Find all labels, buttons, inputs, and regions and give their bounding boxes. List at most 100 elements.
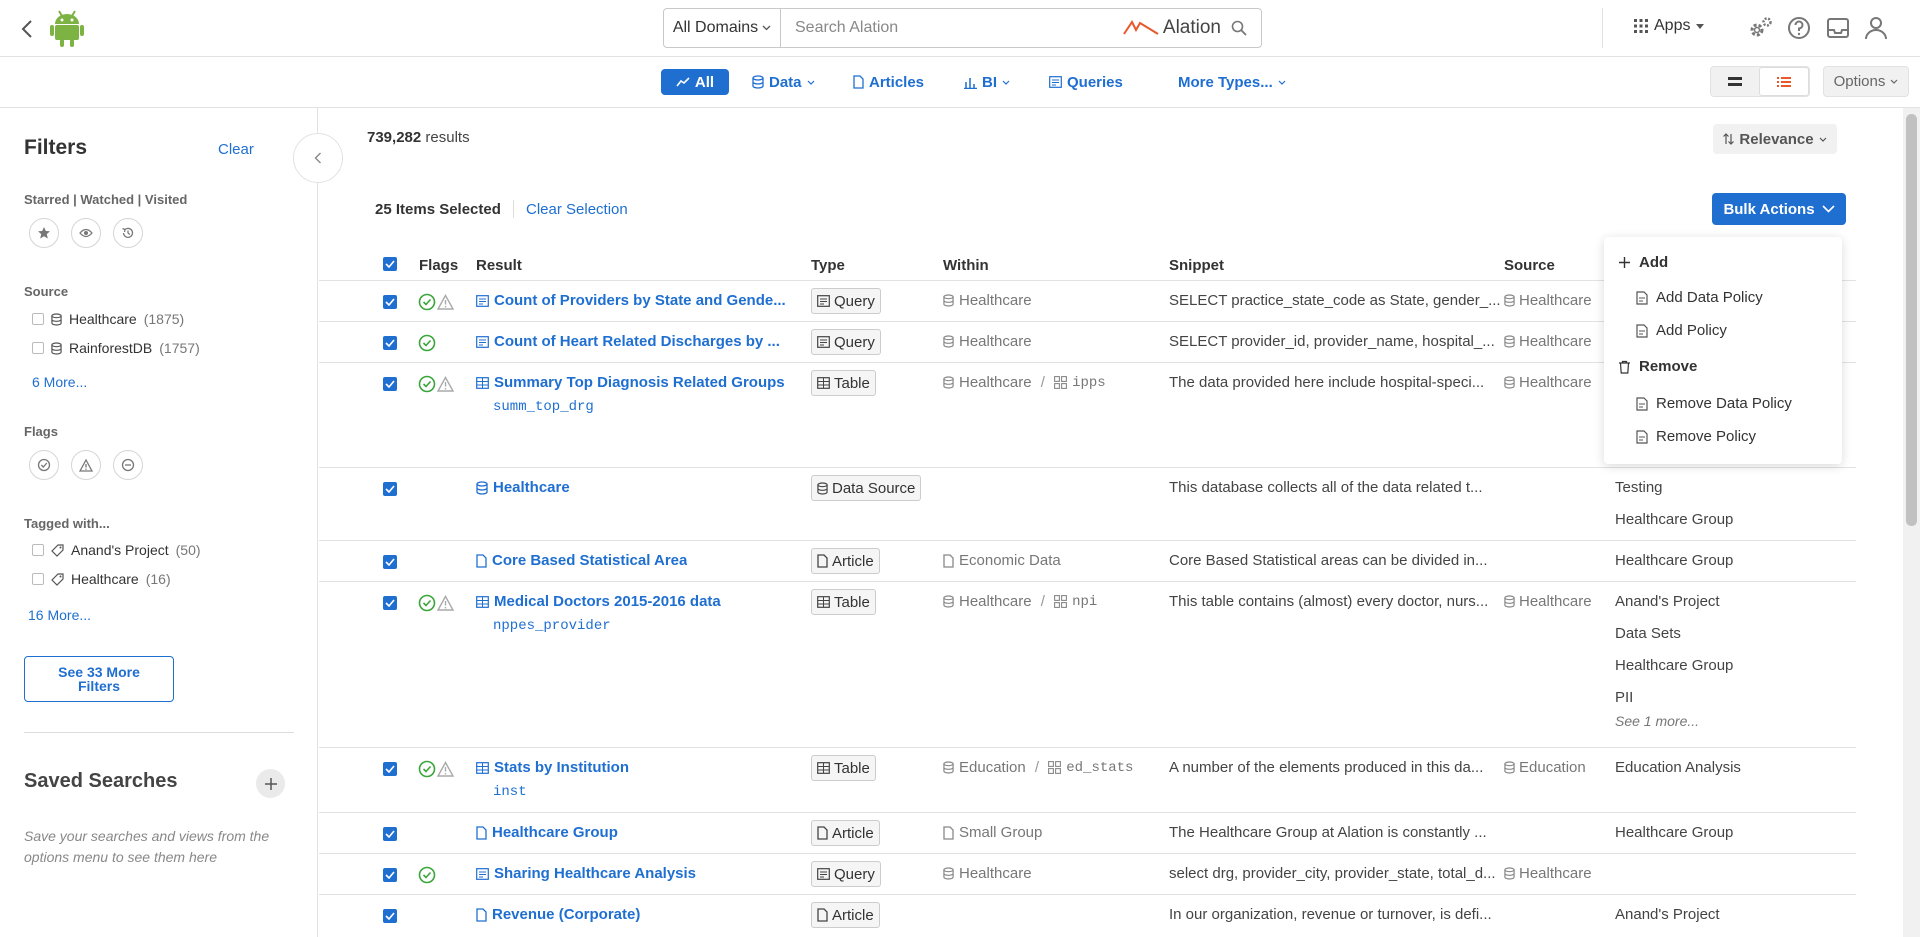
tag-label[interactable]: Healthcare Group	[1615, 824, 1733, 841]
scrollbar-thumb[interactable]	[1906, 114, 1917, 526]
type-badge: Query	[811, 329, 881, 355]
selected-count: 25 Items Selected	[375, 201, 501, 218]
result-link[interactable]: Summary Top Diagnosis Related Groups	[476, 374, 785, 391]
row-checkbox[interactable]	[383, 555, 397, 569]
clear-selection-link[interactable]: Clear Selection	[526, 201, 628, 218]
sort-relevance-button[interactable]: Relevance	[1713, 124, 1837, 154]
result-link[interactable]: Sharing Healthcare Analysis	[476, 865, 696, 882]
help-icon[interactable]	[1785, 14, 1813, 42]
remove-data-policy-item[interactable]: Remove Data Policy	[1636, 395, 1792, 412]
back-arrow-icon[interactable]	[16, 17, 40, 41]
see-more-tags-link[interactable]: See 1 more...	[1615, 713, 1699, 729]
see-more-filters-button[interactable]: See 33 More Filters	[24, 656, 174, 702]
source-more-link[interactable]: 6 More...	[32, 374, 87, 390]
checkbox[interactable]	[32, 544, 44, 556]
result-link[interactable]: Stats by Institution	[476, 759, 629, 776]
checkbox[interactable]	[32, 342, 44, 354]
row-checkbox[interactable]	[383, 377, 397, 391]
result-technical-name: nppes_provider	[493, 618, 611, 634]
bulk-actions-button[interactable]: Bulk Actions	[1712, 193, 1846, 225]
table-row[interactable]: Core Based Statistical Area Article Econ…	[319, 541, 1856, 582]
add-data-policy-label: Add Data Policy	[1656, 289, 1763, 306]
watch-eye-icon[interactable]	[71, 218, 101, 248]
options-button[interactable]: Options	[1823, 66, 1909, 97]
checkbox[interactable]	[32, 573, 44, 585]
table-row[interactable]: Stats by Institution inst Table Educatio…	[319, 748, 1856, 813]
endorsed-flag-icon[interactable]	[29, 450, 59, 480]
row-checkbox[interactable]	[383, 868, 397, 882]
history-icon[interactable]	[113, 218, 143, 248]
remove-section-label: Remove	[1639, 358, 1698, 375]
source-filter-item[interactable]: Healthcare (1875)	[32, 311, 184, 327]
tag-label[interactable]: Healthcare Group	[1615, 511, 1733, 528]
table-row[interactable]: Medical Doctors 2015-2016 data nppes_pro…	[319, 582, 1856, 748]
tag-filter-item[interactable]: Anand's Project (50)	[32, 542, 201, 558]
select-all-checkbox[interactable]	[383, 257, 397, 271]
source-filter-item[interactable]: RainforestDB (1757)	[32, 340, 200, 356]
tab-bi[interactable]: BI	[964, 69, 1010, 95]
table-row[interactable]: Healthcare Data Source This database col…	[319, 468, 1856, 541]
result-link[interactable]: Healthcare Group	[476, 824, 618, 841]
user-profile-icon[interactable]	[1862, 14, 1890, 42]
collapse-sidebar-button[interactable]	[293, 133, 343, 183]
tab-all[interactable]: All	[661, 69, 729, 95]
article-icon	[817, 908, 828, 922]
row-checkbox[interactable]	[383, 482, 397, 496]
result-link[interactable]: Medical Doctors 2015-2016 data	[476, 593, 721, 610]
apps-label: Apps	[1654, 17, 1691, 34]
tab-queries[interactable]: Queries	[1049, 69, 1123, 95]
result-link[interactable]: Revenue (Corporate)	[476, 906, 640, 923]
add-policy-item[interactable]: Add Policy	[1636, 322, 1727, 339]
result-link[interactable]: Count of Heart Related Discharges by ...	[476, 333, 780, 350]
tab-more-types[interactable]: More Types...	[1178, 69, 1286, 95]
result-link[interactable]: Count of Providers by State and Gende...	[476, 292, 786, 309]
remove-policy-item[interactable]: Remove Policy	[1636, 428, 1756, 445]
table-row[interactable]: Revenue (Corporate) Article In our organ…	[319, 895, 1856, 937]
list-view-icon[interactable]	[1759, 67, 1809, 96]
tags-more-link[interactable]: 16 More...	[28, 607, 91, 623]
chevron-down-icon	[1819, 137, 1827, 142]
tag-label[interactable]: Data Sets	[1615, 625, 1681, 642]
row-checkbox[interactable]	[383, 827, 397, 841]
snippet-text: Core Based Statistical areas can be divi…	[1169, 552, 1488, 569]
row-checkbox[interactable]	[383, 295, 397, 309]
tag-filter-item[interactable]: Healthcare (16)	[32, 571, 171, 587]
table-row[interactable]: Sharing Healthcare Analysis Query Health…	[319, 854, 1856, 895]
table-row[interactable]: Healthcare Group Article Small Group The…	[319, 813, 1856, 854]
tag-label[interactable]: Anand's Project	[1615, 593, 1720, 610]
checkbox[interactable]	[32, 313, 44, 325]
row-checkbox[interactable]	[383, 596, 397, 610]
warning-flag-icon[interactable]	[71, 450, 101, 480]
row-checkbox[interactable]	[383, 336, 397, 350]
compact-view-icon[interactable]	[1711, 67, 1759, 96]
apps-menu[interactable]: Apps	[1634, 17, 1705, 35]
article-icon	[817, 826, 828, 840]
type-label: Data Source	[832, 479, 916, 497]
clear-filters-link[interactable]: Clear	[218, 141, 254, 158]
tag-label[interactable]: Healthcare Group	[1615, 657, 1733, 674]
deprecated-flag-icon[interactable]	[113, 450, 143, 480]
search-input[interactable]	[781, 10, 1123, 46]
tag-label[interactable]: Testing	[1615, 479, 1663, 496]
row-checkbox[interactable]	[383, 762, 397, 776]
star-filter-icon[interactable]	[29, 218, 59, 248]
search-icon[interactable]	[1231, 20, 1247, 36]
result-link[interactable]: Core Based Statistical Area	[476, 552, 687, 569]
row-flags	[418, 375, 454, 393]
tag-label[interactable]: PII	[1615, 689, 1633, 706]
alation-brand: Alation	[1123, 17, 1221, 39]
tag-label[interactable]: Anand's Project	[1615, 906, 1720, 923]
inbox-icon[interactable]	[1824, 14, 1852, 42]
page-scrollbar[interactable]	[1903, 108, 1920, 937]
domain-select[interactable]: All Domains	[664, 9, 781, 47]
add-data-policy-item[interactable]: Add Data Policy	[1636, 289, 1763, 306]
result-link[interactable]: Healthcare	[476, 479, 570, 496]
tag-label[interactable]: Education Analysis	[1615, 759, 1741, 776]
android-logo-icon[interactable]	[50, 9, 84, 47]
tab-articles[interactable]: Articles	[853, 69, 924, 95]
tab-data[interactable]: Data	[752, 69, 815, 95]
add-saved-search-button[interactable]	[256, 769, 285, 798]
row-checkbox[interactable]	[383, 909, 397, 923]
settings-gears-icon[interactable]	[1747, 14, 1775, 42]
tag-label[interactable]: Healthcare Group	[1615, 552, 1733, 569]
